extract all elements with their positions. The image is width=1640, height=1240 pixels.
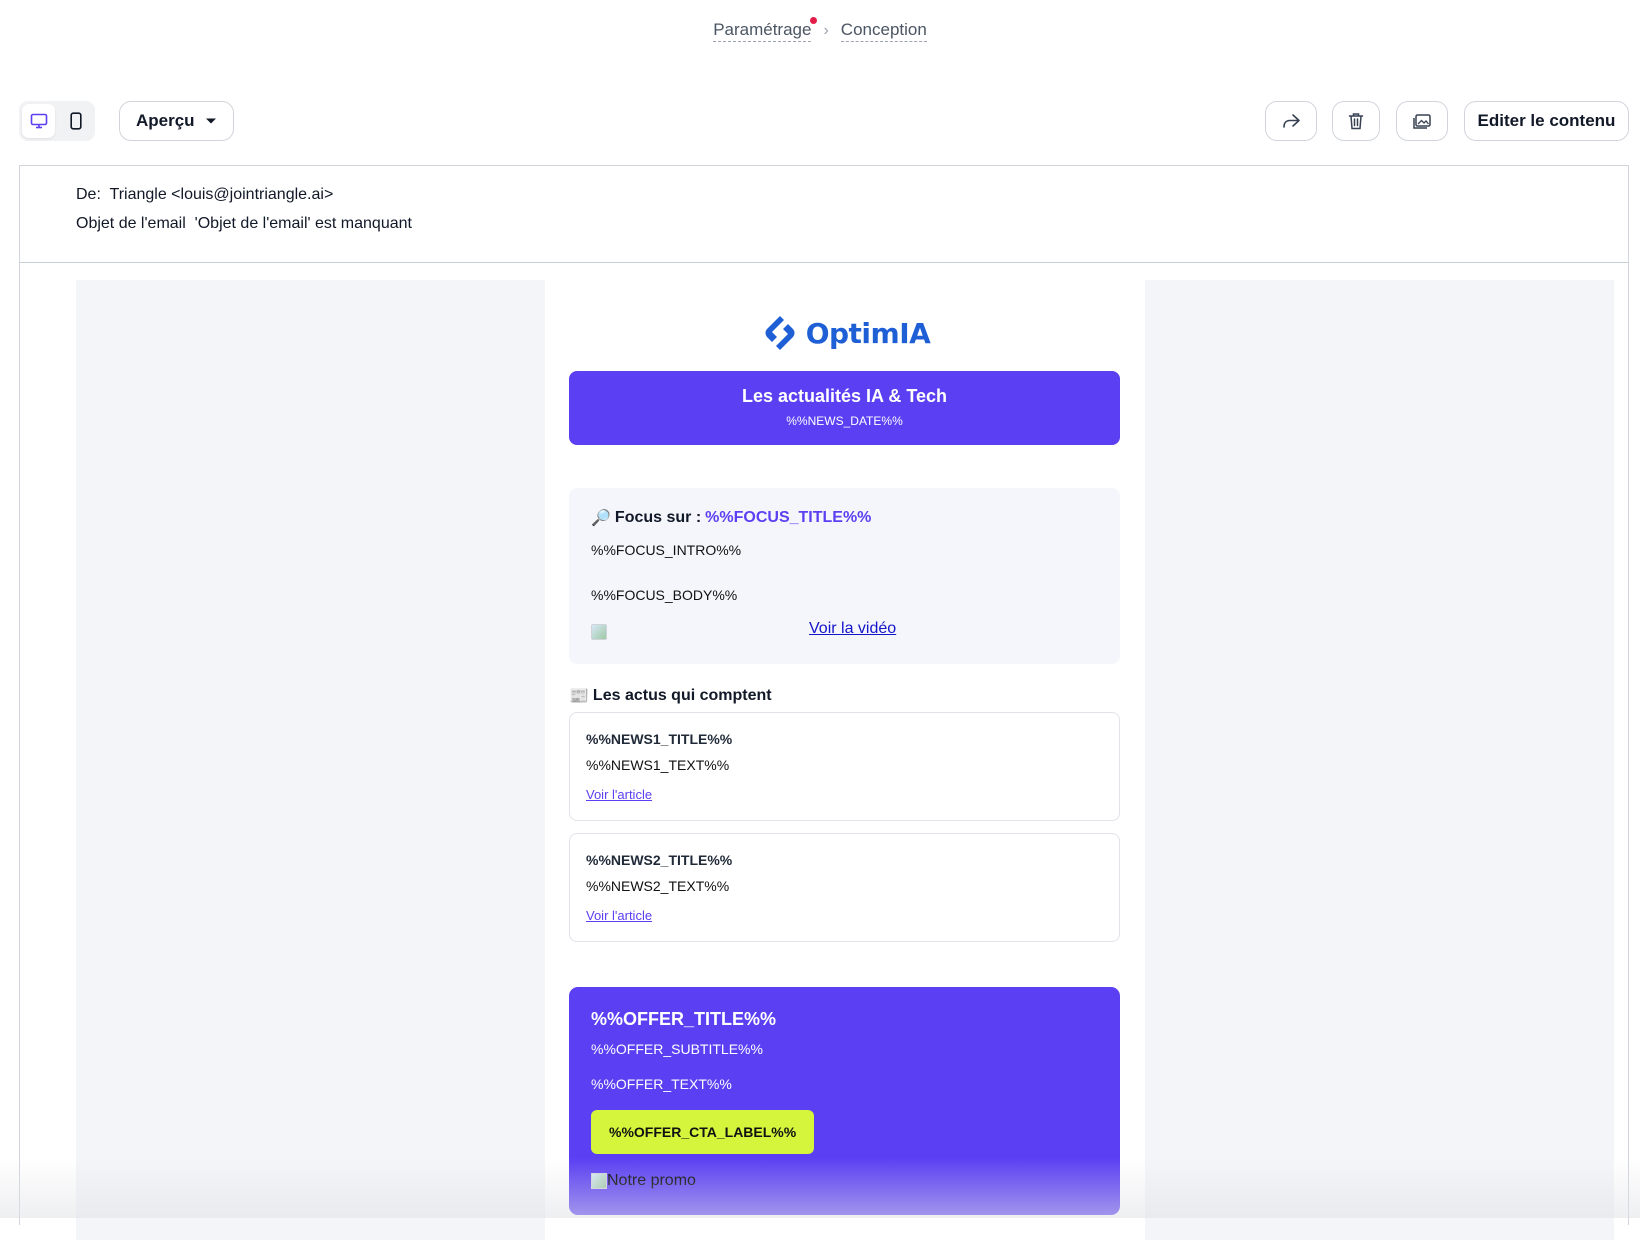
- hero-title: Les actualités IA & Tech: [569, 386, 1120, 407]
- email-body: OptimIA Les actualités IA & Tech %%NEWS_…: [545, 280, 1145, 1240]
- subject-label: Objet de l'email: [76, 215, 186, 232]
- breadcrumb-item-conception[interactable]: Conception: [841, 20, 927, 42]
- email-canvas: OptimIA Les actualités IA & Tech %%NEWS_…: [76, 280, 1614, 1240]
- hero-date: %%NEWS_DATE%%: [569, 414, 1120, 428]
- news-card: %%NEWS1_TITLE%% %%NEWS1_TEXT%% Voir l'ar…: [569, 712, 1120, 821]
- focus-title-value: %%FOCUS_TITLE%%: [705, 509, 871, 527]
- delete-button[interactable]: [1332, 101, 1380, 141]
- breadcrumb: Paramétrage › Conception: [0, 20, 1640, 42]
- mobile-icon: [70, 112, 82, 130]
- offer-text: %%OFFER_TEXT%%: [591, 1076, 1098, 1092]
- news-card: %%NEWS2_TITLE%% %%NEWS2_TEXT%% Voir l'ar…: [569, 833, 1120, 942]
- hero-banner: Les actualités IA & Tech %%NEWS_DATE%%: [569, 371, 1120, 445]
- email-meta: De: Triangle <louis@jointriangle.ai> Obj…: [20, 166, 1628, 263]
- focus-body: %%FOCUS_BODY%%: [591, 587, 1098, 603]
- breadcrumb-label: Conception: [841, 20, 927, 39]
- mobile-view-button[interactable]: [59, 104, 92, 138]
- read-article-link[interactable]: Voir l'article: [586, 908, 652, 923]
- logo-text: OptimIA: [806, 317, 931, 350]
- offer-title: %%OFFER_TITLE%%: [591, 1009, 1098, 1030]
- actus-title: 📰 Les actus qui comptent: [569, 686, 772, 706]
- focus-title: 🔎 Focus sur : %%FOCUS_TITLE%%: [591, 508, 1098, 528]
- newspaper-icon: 📰: [569, 686, 589, 706]
- read-article-link[interactable]: Voir l'article: [586, 787, 652, 802]
- subject-value: 'Objet de l'email' est manquant: [195, 215, 412, 232]
- optimia-logo-icon: [760, 313, 800, 353]
- trash-icon: [1348, 112, 1364, 130]
- from-value: Triangle <louis@jointriangle.ai>: [110, 186, 334, 203]
- magnifier-icon: 🔎: [591, 508, 611, 528]
- offer-image-alt: Notre promo: [607, 1172, 696, 1190]
- images-button[interactable]: [1396, 101, 1448, 141]
- offer-subtitle: %%OFFER_SUBTITLE%%: [591, 1041, 1098, 1057]
- breadcrumb-item-parametrage[interactable]: Paramétrage: [713, 20, 811, 42]
- email-preview-frame: De: Triangle <louis@jointriangle.ai> Obj…: [19, 165, 1629, 1225]
- breadcrumb-label: Paramétrage: [713, 20, 811, 39]
- broken-image-icon: [591, 624, 607, 640]
- desktop-icon: [30, 113, 48, 129]
- share-icon: [1281, 112, 1301, 130]
- logo: OptimIA: [545, 313, 1145, 353]
- caret-down-icon: [205, 117, 217, 125]
- notification-dot: [810, 17, 817, 24]
- focus-label: Focus sur :: [615, 509, 701, 527]
- news-title: %%NEWS1_TITLE%%: [586, 731, 1103, 747]
- device-toggle: [19, 101, 95, 141]
- view-mode-select[interactable]: Aperçu: [119, 101, 234, 141]
- news-text: %%NEWS2_TEXT%%: [586, 878, 1103, 894]
- from-row: De: Triangle <louis@jointriangle.ai>: [76, 186, 1572, 204]
- broken-image-icon: [591, 1173, 607, 1189]
- subject-row: Objet de l'email 'Objet de l'email' est …: [76, 215, 1572, 233]
- chevron-right-icon: ›: [823, 22, 828, 40]
- images-icon: [1412, 112, 1432, 130]
- news-title: %%NEWS2_TITLE%%: [586, 852, 1103, 868]
- desktop-view-button[interactable]: [22, 104, 55, 138]
- view-mode-label: Aperçu: [136, 111, 195, 131]
- offer-cta-button[interactable]: %%OFFER_CTA_LABEL%%: [591, 1110, 814, 1154]
- focus-section: 🔎 Focus sur : %%FOCUS_TITLE%% %%FOCUS_IN…: [569, 488, 1120, 664]
- news-text: %%NEWS1_TEXT%%: [586, 757, 1103, 773]
- from-label: De:: [76, 186, 101, 203]
- share-button[interactable]: [1265, 101, 1317, 141]
- edit-content-button[interactable]: Editer le contenu: [1464, 101, 1629, 141]
- actus-title-text: Les actus qui comptent: [593, 687, 772, 705]
- offer-section: %%OFFER_TITLE%% %%OFFER_SUBTITLE%% %%OFF…: [569, 987, 1120, 1215]
- watch-video-link[interactable]: Voir la vidéo: [809, 620, 896, 638]
- offer-image: Notre promo: [591, 1172, 1098, 1190]
- focus-intro: %%FOCUS_INTRO%%: [591, 542, 1098, 558]
